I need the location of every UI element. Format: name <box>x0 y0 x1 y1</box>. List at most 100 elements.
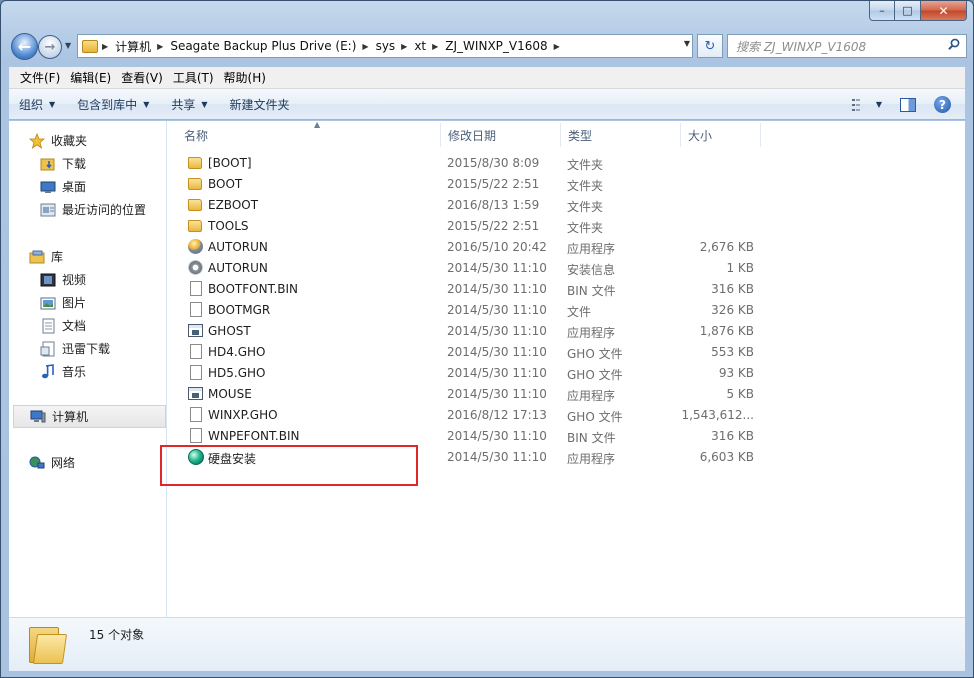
sidebar-item-downloads[interactable]: 下载 <box>9 152 167 175</box>
menu-edit[interactable]: 编辑(E) <box>65 69 116 86</box>
file-name: EZBOOT <box>208 198 259 212</box>
organize-button[interactable]: 组织 ▼ <box>19 96 55 113</box>
table-row[interactable]: BOOTMGR 2014/5/30 11:10 文件 326 KB <box>184 300 764 321</box>
breadcrumb-item[interactable]: 计算机 <box>115 38 151 55</box>
menu-tools[interactable]: 工具(T) <box>168 69 219 86</box>
sidebar-item-thunder-downloads[interactable]: 迅雷下载 <box>9 337 167 360</box>
table-row[interactable]: GHOST 2014/5/30 11:10 应用程序 1,876 KB <box>184 321 764 342</box>
preview-pane-icon[interactable] <box>900 97 916 112</box>
chevron-right-icon[interactable]: ▶ <box>554 42 560 51</box>
search-icon[interactable] <box>948 38 960 50</box>
sidebar-label: 库 <box>51 250 64 264</box>
forward-button[interactable]: → <box>38 35 62 59</box>
sidebar-item-videos[interactable]: 视频 <box>9 268 167 291</box>
file-date: 2014/5/30 11:10 <box>447 345 547 359</box>
table-row[interactable]: HD4.GHO 2014/5/30 11:10 GHO 文件 553 KB <box>184 342 764 363</box>
file-type: 应用程序 <box>567 326 616 340</box>
network-icon <box>29 456 45 468</box>
include-library-button[interactable]: 包含到库中 ▼ <box>77 96 149 113</box>
download-folder-icon <box>40 158 55 170</box>
sidebar-item-favorites[interactable]: 收藏夹 <box>9 129 167 152</box>
sidebar-label: 网络 <box>51 456 76 470</box>
file-date: 2015/5/22 2:51 <box>447 177 540 191</box>
sidebar-label: 计算机 <box>52 410 89 424</box>
new-folder-button[interactable]: 新建文件夹 <box>230 96 290 113</box>
table-row[interactable]: BOOT 2015/5/22 2:51 文件夹 <box>184 174 764 195</box>
documents-icon <box>42 318 55 333</box>
file-size: 5 KB <box>726 387 754 401</box>
table-row[interactable]: BOOTFONT.BIN 2014/5/30 11:10 BIN 文件 316 … <box>184 279 764 300</box>
table-row[interactable]: AUTORUN 2016/5/10 20:42 应用程序 2,676 KB <box>184 237 764 258</box>
table-row[interactable]: EZBOOT 2016/8/13 1:59 文件夹 <box>184 195 764 216</box>
breadcrumb-item[interactable]: sys <box>376 39 396 53</box>
file-date: 2015/5/22 2:51 <box>447 219 540 233</box>
breadcrumb-item[interactable]: xt <box>414 39 426 53</box>
help-icon[interactable]: ? <box>934 96 951 113</box>
file-date: 2014/5/30 11:10 <box>447 366 547 380</box>
file-size: 1,876 KB <box>699 324 754 338</box>
column-header-name[interactable]: 名称 ▲ <box>177 120 441 147</box>
maximize-button[interactable]: □ <box>895 1 921 21</box>
table-row[interactable]: HD5.GHO 2014/5/30 11:10 GHO 文件 93 KB <box>184 363 764 384</box>
back-button[interactable]: ← <box>11 33 38 60</box>
details-pane: 15 个对象 <box>9 617 965 671</box>
refresh-button[interactable]: ↻ <box>697 34 723 58</box>
file-date: 2014/5/30 11:10 <box>447 324 547 338</box>
column-header-size[interactable]: 大小 <box>681 123 761 147</box>
chevron-right-icon[interactable]: ▶ <box>432 42 438 51</box>
close-button[interactable]: ✕ <box>921 1 967 21</box>
sidebar-item-desktop[interactable]: 桌面 <box>9 175 167 198</box>
table-row[interactable]: AUTORUN 2014/5/30 11:10 安装信息 1 KB <box>184 258 764 279</box>
file-type: 应用程序 <box>567 452 616 466</box>
table-row[interactable]: [BOOT] 2015/8/30 8:09 文件夹 <box>184 153 764 174</box>
menu-view[interactable]: 查看(V) <box>116 69 168 86</box>
column-header-type[interactable]: 类型 <box>561 123 681 147</box>
minimize-button[interactable]: – <box>869 1 895 21</box>
download-library-icon <box>40 341 55 356</box>
file-size: 316 KB <box>711 429 754 443</box>
file-name: TOOLS <box>208 219 249 233</box>
folder-icon <box>188 157 202 169</box>
table-row[interactable]: TOOLS 2015/5/22 2:51 文件夹 <box>184 216 764 237</box>
chevron-right-icon[interactable]: ▶ <box>157 42 163 51</box>
star-icon <box>29 132 45 149</box>
table-row[interactable]: WNPEFONT.BIN 2014/5/30 11:10 BIN 文件 316 … <box>184 426 764 447</box>
sidebar-item-documents[interactable]: 文档 <box>9 314 167 337</box>
computer-icon <box>30 410 46 422</box>
share-button[interactable]: 共享 ▼ <box>171 96 207 113</box>
views-icon[interactable] <box>851 98 868 111</box>
search-input[interactable]: 搜索 ZJ_WINXP_V1608 <box>727 34 967 58</box>
table-row[interactable]: WINXP.GHO 2016/8/12 17:13 GHO 文件 1,543,6… <box>184 405 764 426</box>
chevron-right-icon[interactable]: ▶ <box>401 42 407 51</box>
menu-help[interactable]: 帮助(H) <box>219 69 271 86</box>
chevron-right-icon[interactable]: ▶ <box>362 42 368 51</box>
file-type: GHO 文件 <box>567 410 623 424</box>
navigation-row: ← → ▼ ▶ 计算机 ▶ Seagate Backup Plus Drive … <box>9 32 967 60</box>
sidebar-item-network[interactable]: 网络 <box>9 451 167 474</box>
file-name: HD5.GHO <box>208 366 266 380</box>
sidebar-item-music[interactable]: 音乐 <box>9 360 167 383</box>
gear-file-icon <box>188 260 203 275</box>
recent-pages-dropdown[interactable]: ▼ <box>65 41 71 50</box>
file-icon <box>190 428 202 443</box>
file-type: BIN 文件 <box>567 431 616 445</box>
sidebar-label: 视频 <box>62 273 87 287</box>
file-date: 2016/5/10 20:42 <box>447 240 547 254</box>
chevron-down-icon[interactable]: ▼ <box>876 100 882 109</box>
sidebar-item-recent-places[interactable]: 最近访问的位置 <box>9 198 167 221</box>
include-library-label: 包含到库中 <box>77 97 138 112</box>
table-row[interactable]: MOUSE 2014/5/30 11:10 应用程序 5 KB <box>184 384 764 405</box>
breadcrumb-item[interactable]: ZJ_WINXP_V1608 <box>445 39 547 53</box>
sidebar-item-libraries[interactable]: 库 <box>9 245 167 268</box>
breadcrumb-item[interactable]: Seagate Backup Plus Drive (E:) <box>170 39 356 53</box>
sort-ascending-icon: ▲ <box>314 120 321 129</box>
chevron-down-icon: ▼ <box>143 99 150 109</box>
chevron-right-icon[interactable]: ▶ <box>102 42 108 51</box>
address-bar[interactable]: ▶ 计算机 ▶ Seagate Backup Plus Drive (E:) ▶… <box>77 34 693 58</box>
sidebar-item-pictures[interactable]: 图片 <box>9 291 167 314</box>
chevron-down-icon[interactable]: ▼ <box>684 39 690 48</box>
column-label: 类型 <box>568 128 593 143</box>
column-header-date[interactable]: 修改日期 <box>441 123 561 147</box>
sidebar-item-computer[interactable]: 计算机 <box>13 405 166 428</box>
menu-file[interactable]: 文件(F) <box>15 69 65 86</box>
